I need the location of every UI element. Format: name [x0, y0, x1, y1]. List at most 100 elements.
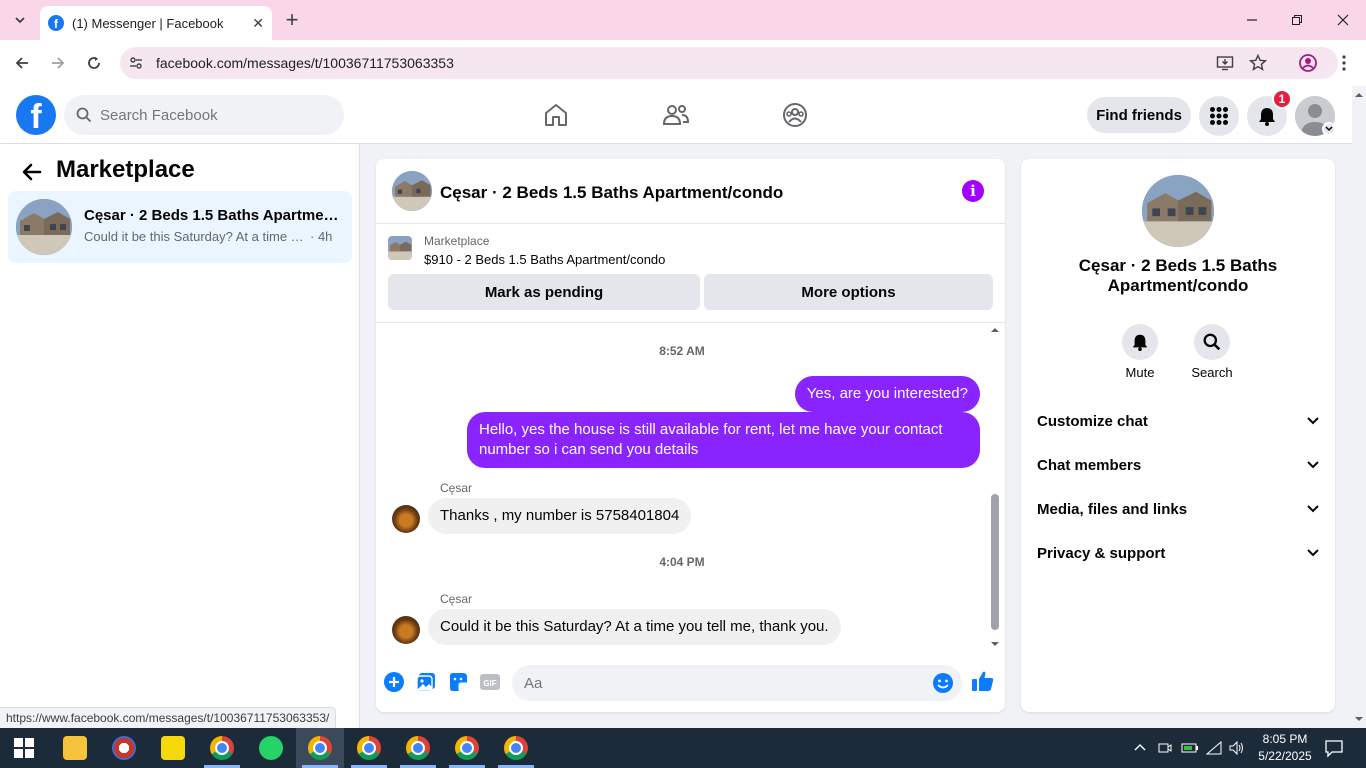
message-bubble: Hello, yes the house is still available … — [467, 412, 980, 468]
svg-text:GIF: GIF — [483, 679, 496, 688]
new-tab-icon[interactable]: + — [280, 7, 304, 32]
whatsapp-icon[interactable] — [259, 736, 283, 760]
wifi-icon[interactable] — [1205, 740, 1223, 756]
taskbar-clock[interactable]: 8:05 PM 5/22/2025 — [1250, 731, 1320, 765]
message-composer[interactable] — [512, 665, 962, 701]
minimize-icon[interactable] — [1240, 8, 1264, 32]
sent-message[interactable]: Yes, are you interested? — [794, 376, 980, 412]
find-friends-button[interactable]: Find friends — [1087, 97, 1191, 133]
address-bar[interactable]: facebook.com/messages/t/1003671175306335… — [120, 47, 1338, 79]
bookmark-star-icon[interactable] — [1248, 53, 1268, 72]
restore-icon[interactable] — [1285, 8, 1309, 32]
account-chevron-icon[interactable] — [1322, 122, 1336, 136]
windows-start-icon[interactable] — [14, 738, 34, 758]
details-avatar[interactable] — [1142, 175, 1214, 247]
tray-chevron-up-icon[interactable] — [1133, 741, 1147, 755]
section-label: Chat members — [1037, 456, 1142, 474]
listing-thumbnail — [16, 199, 72, 255]
search-input[interactable] — [100, 106, 320, 124]
thumbs-up-icon[interactable] — [971, 669, 995, 693]
chrome-profile-icon[interactable] — [504, 736, 528, 760]
close-tab-icon[interactable]: ✕ — [252, 15, 264, 32]
received-message[interactable]: Could it be this Saturday? At a time you… — [428, 609, 841, 645]
message-bubble: Yes, are you interested? — [794, 376, 980, 412]
home-icon[interactable] — [539, 98, 573, 132]
privacy-support-row[interactable]: Privacy & support — [1029, 533, 1327, 573]
message-bubble: Could it be this Saturday? At a time you… — [428, 609, 841, 645]
sender-name: Cęsar — [440, 592, 473, 606]
search-label: Search — [1191, 365, 1233, 380]
back-arrow-icon[interactable] — [20, 160, 44, 184]
gif-icon[interactable]: GIF — [479, 671, 501, 693]
friends-icon[interactable] — [659, 98, 693, 132]
groups-icon[interactable] — [778, 98, 812, 132]
chrome-profile-icon[interactable] — [308, 736, 332, 760]
file-explorer-icon[interactable] — [63, 736, 87, 760]
status-url: https://www.facebook.com/messages/t/1003… — [0, 707, 337, 729]
header-divider — [376, 223, 1005, 224]
sender-name: Cęsar — [440, 481, 473, 495]
sent-message[interactable]: Hello, yes the house is still available … — [467, 412, 980, 468]
message-input[interactable] — [512, 665, 912, 701]
search-icon — [76, 107, 92, 123]
mute-bell-icon[interactable] — [1122, 324, 1158, 360]
messages-divider — [376, 322, 1005, 323]
mark-as-pending-button[interactable]: Mark as pending — [388, 274, 700, 310]
chevron-down-icon — [1307, 505, 1319, 513]
chrome-profile-icon[interactable] — [357, 736, 381, 760]
sticky-notes-icon[interactable] — [161, 736, 185, 760]
sender-avatar[interactable] — [392, 616, 420, 644]
emoji-icon[interactable] — [932, 672, 954, 694]
site-info-icon[interactable] — [128, 55, 144, 71]
search-chat-icon[interactable] — [1194, 324, 1230, 360]
chat-header-thumbnail[interactable] — [392, 171, 432, 211]
conversation-preview: Could it be this Saturday? At a time you… — [84, 229, 339, 244]
conversation-name: Cęsar · 2 Beds 1.5 Baths Apartment/condo — [84, 207, 339, 224]
details-name: Cęsar · 2 Beds 1.5 Baths Apartment/condo — [1078, 256, 1278, 295]
sticker-icon[interactable] — [447, 671, 469, 693]
url-text: facebook.com/messages/t/1003671175306335… — [156, 55, 454, 71]
menu-grid-icon[interactable] — [1199, 96, 1239, 136]
facebook-search[interactable] — [64, 95, 344, 135]
listing-mini-thumbnail[interactable] — [388, 236, 412, 260]
chevron-down-icon — [1307, 549, 1319, 557]
received-message[interactable]: Thanks , my number is 5758401804 — [428, 498, 692, 534]
message-timestamp: 8:52 AM — [659, 344, 705, 358]
facebook-logo-icon[interactable]: f — [16, 95, 56, 135]
more-actions-plus-icon[interactable] — [383, 671, 405, 693]
preview-time: · 4h — [310, 229, 333, 244]
panel-title: Marketplace — [56, 156, 195, 183]
battery-icon[interactable] — [1181, 740, 1199, 756]
sender-avatar[interactable] — [392, 505, 420, 533]
browser-tab[interactable]: f (1) Messenger | Facebook ✕ — [40, 6, 272, 40]
scrollbar-thumb[interactable] — [991, 494, 999, 630]
chrome-profile-icon[interactable] — [455, 736, 479, 760]
back-icon[interactable] — [10, 51, 34, 75]
customize-chat-row[interactable]: Customize chat — [1029, 401, 1327, 441]
more-options-button[interactable]: More options — [704, 274, 993, 310]
chrome-profile-icon[interactable] — [210, 736, 234, 760]
volume-icon[interactable] — [1228, 740, 1246, 756]
marketplace-label: Marketplace — [424, 234, 490, 248]
reload-icon[interactable] — [82, 51, 106, 75]
chrome-profile-icon[interactable] — [406, 736, 430, 760]
photo-icon[interactable] — [415, 671, 437, 693]
chevron-down-icon — [1307, 461, 1319, 469]
browser-menu-icon[interactable] — [1336, 54, 1352, 72]
mute-label: Mute — [1125, 365, 1155, 380]
info-icon[interactable]: i — [962, 180, 984, 202]
meet-now-icon[interactable] — [1157, 740, 1173, 756]
forward-icon[interactable] — [46, 51, 70, 75]
install-app-icon[interactable] — [1216, 54, 1234, 72]
section-label: Privacy & support — [1037, 544, 1166, 562]
notification-center-icon[interactable] — [1324, 738, 1344, 758]
profile-icon[interactable] — [1298, 53, 1318, 73]
page-scrollbar[interactable] — [1352, 86, 1366, 728]
chat-title[interactable]: Cęsar · 2 Beds 1.5 Baths Apartment/condo — [440, 183, 783, 203]
paint-app-icon[interactable] — [112, 736, 136, 760]
chat-members-row[interactable]: Chat members — [1029, 445, 1327, 485]
tab-search-icon[interactable] — [8, 8, 32, 32]
media-files-links-row[interactable]: Media, files and links — [1029, 489, 1327, 529]
listing-price-title[interactable]: $910 - 2 Beds 1.5 Baths Apartment/condo — [424, 252, 665, 267]
close-window-icon[interactable] — [1331, 8, 1355, 32]
